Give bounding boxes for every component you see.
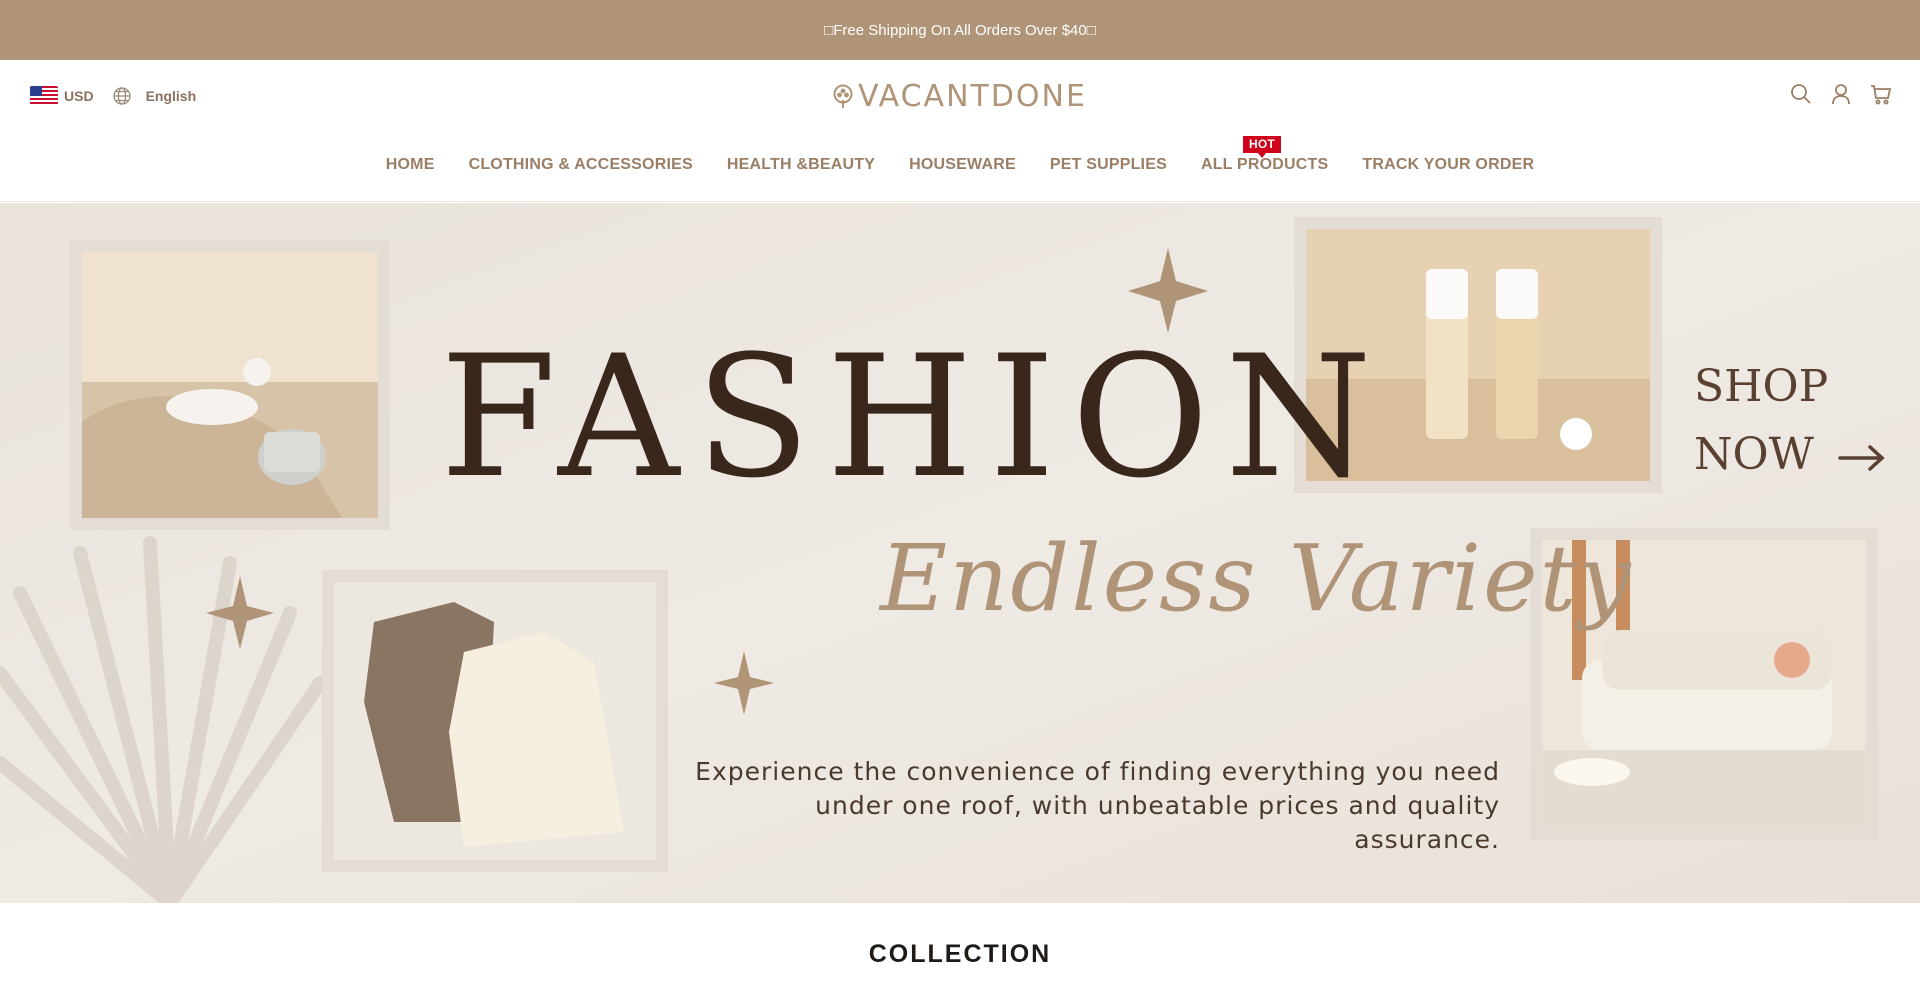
brand-logo[interactable]: VACANTDONE xyxy=(832,78,1090,114)
announcement-text: □Free Shipping On All Orders Over $40□ xyxy=(824,21,1096,39)
brand-name: VACANTDONE xyxy=(858,78,1087,114)
announcement-bar: □Free Shipping On All Orders Over $40□ xyxy=(0,0,1920,60)
collection-heading: COLLECTION xyxy=(868,940,1052,968)
user-icon[interactable] xyxy=(1830,82,1852,106)
nav-item-home[interactable]: HOME xyxy=(386,156,435,174)
nav-item-health-beauty[interactable]: HEALTH &BEAUTY xyxy=(727,156,875,174)
cta-line-1: SHOP xyxy=(1694,361,1829,412)
hero-headline: FASHION xyxy=(440,319,1388,515)
nav-item-pet-supplies[interactable]: PET SUPPLIES xyxy=(1050,156,1167,174)
main-navigation: HOME CLOTHING & ACCESSORIES HEALTH &BEAU… xyxy=(0,136,1920,174)
sweater-product-photo[interactable] xyxy=(322,570,668,872)
currency-selector[interactable]: USD xyxy=(64,88,94,104)
globe-icon[interactable] xyxy=(112,86,132,106)
hero-description-line-1: Experience the convenience of finding ev… xyxy=(695,757,1500,786)
arrow-right-icon xyxy=(1838,444,1885,471)
us-flag-icon[interactable] xyxy=(30,86,58,106)
locale-selector: USD English xyxy=(30,84,196,108)
hero-banner[interactable]: FASHION Endless Variety SHOP NOW Experie… xyxy=(0,203,1920,903)
cta-line-2: NOW xyxy=(1694,429,1814,480)
cart-icon[interactable] xyxy=(1870,82,1892,106)
nav-item-all-products[interactable]: ALL PRODUCTS HOT xyxy=(1200,136,1329,174)
logo-mark-icon xyxy=(833,84,853,108)
nav-item-clothing-accessories[interactable]: CLOTHING & ACCESSORIES xyxy=(469,156,693,174)
search-icon[interactable] xyxy=(1790,82,1812,106)
header-actions xyxy=(1790,82,1892,106)
hero-description-line-2: under one roof, with unbeatable prices a… xyxy=(815,791,1500,854)
nav-item-label: ALL PRODUCTS xyxy=(1200,156,1329,173)
hero-description: Experience the convenience of finding ev… xyxy=(680,755,1500,857)
hot-badge: HOT xyxy=(1242,136,1281,158)
shop-now-cta[interactable]: SHOP NOW xyxy=(1694,353,1886,489)
language-selector[interactable]: English xyxy=(146,88,197,104)
nav-item-houseware[interactable]: HOUSEWARE xyxy=(909,156,1016,174)
hero-tagline: Endless Variety xyxy=(880,525,1633,632)
cat-product-photo[interactable] xyxy=(70,240,390,530)
nav-item-track-order[interactable]: TRACK YOUR ORDER xyxy=(1362,156,1534,174)
site-header: USD English VACANTDONE HOME CLOTHING & A… xyxy=(0,60,1920,202)
